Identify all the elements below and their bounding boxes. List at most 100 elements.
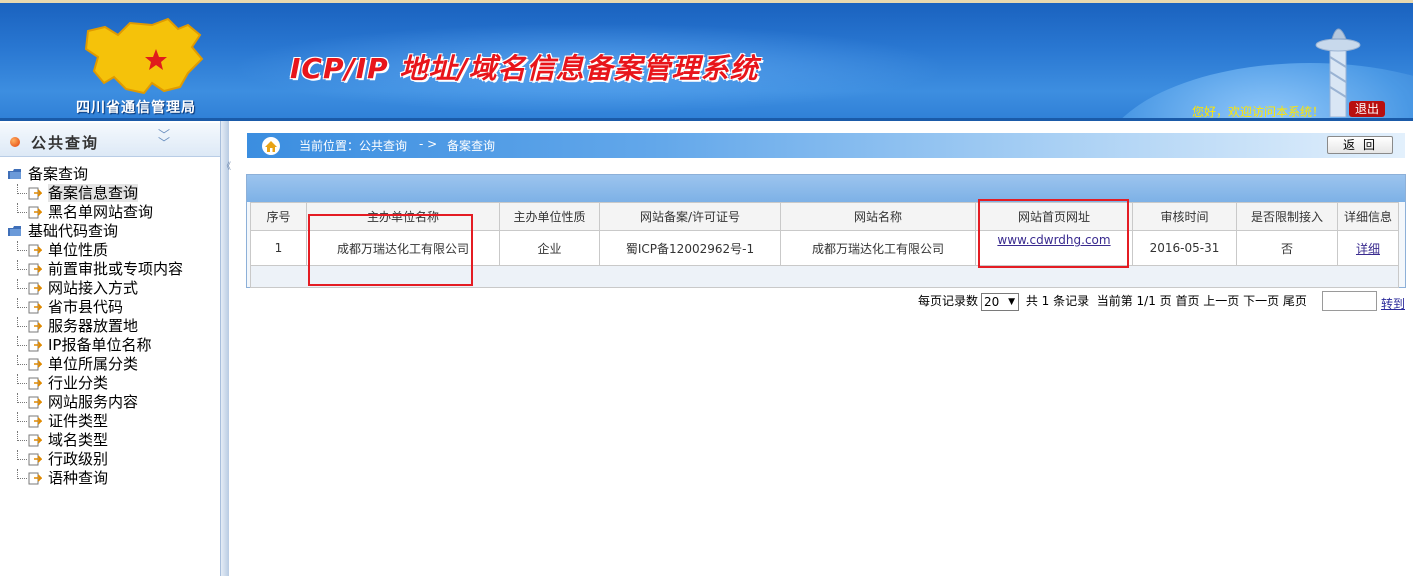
sidebar-header[interactable]: 公共查询 ﹀ ﹀ [0,123,220,157]
per-page-select[interactable]: 20 ▼ [981,292,1020,311]
document-icon [28,377,42,390]
sidebar-item-label: 网站服务内容 [48,393,139,411]
tree-connector [17,469,27,479]
sidebar-item-blacklist-query[interactable]: 黑名单网站查询 [0,203,220,222]
sidebar-item[interactable]: 服务器放置地 [0,317,220,336]
sidebar-item-label: 行业分类 [48,374,109,392]
tree-connector [17,298,27,308]
document-icon [28,434,42,447]
system-title: ICP/IP 地址/域名信息备案管理系统 [290,52,759,85]
col-header-details: 详细信息 [1337,202,1399,231]
base-code-subtree: 单位性质 前置审批或专项内容 网站接入方式 省市县代码 服务器放置地 IP报备单位名称 单位… [0,241,220,488]
breadcrumb-arrow: - > [419,137,438,151]
collapse-chevron-icon[interactable]: ﹀ ﹀ [158,129,170,149]
sidebar-item[interactable]: 域名类型 [0,431,220,450]
sidebar-item-label: 单位性质 [48,241,109,259]
sidebar-item[interactable]: 语种查询 [0,469,220,488]
sidebar-item-label: 黑名单网站查询 [48,203,154,221]
document-icon [28,396,42,409]
cell-index: 1 [250,230,307,266]
tree-connector [17,374,27,384]
col-header-site-name: 网站名称 [780,202,976,231]
sidebar-item-filing-info-query[interactable]: 备案信息查询 [0,184,220,203]
tree-connector [17,393,27,403]
sidebar-item[interactable]: IP报备单位名称 [0,336,220,355]
document-icon [28,339,42,352]
document-icon [28,415,42,428]
grip-icon[interactable]: 《 [222,159,231,173]
sidebar-item[interactable]: 行业分类 [0,374,220,393]
sidebar-item[interactable]: 网站接入方式 [0,279,220,298]
col-header-restricted: 是否限制接入 [1236,202,1338,231]
home-icon[interactable] [261,137,281,155]
panel-header-bar [247,175,1405,202]
tree-connector [17,355,27,365]
tree-connector [17,317,27,327]
cell-details: 详细 [1337,230,1399,266]
folder-icon [8,169,21,179]
folder-icon [8,226,21,236]
sidebar-item[interactable]: 网站服务内容 [0,393,220,412]
document-icon [28,263,42,276]
highlight-box-home-url [978,199,1129,268]
sidebar: 公共查询 ﹀ ﹀ 备案查询 备案信息查询 黑名单网站查询 基础代码查询 单位性质前… [0,121,220,576]
sidebar-item[interactable]: 单位所属分类 [0,355,220,374]
col-header-org-type: 主办单位性质 [499,202,600,231]
document-icon [28,320,42,333]
details-link[interactable]: 详细 [1356,242,1380,256]
page-number-input[interactable] [1322,291,1377,311]
col-header-license-no: 网站备案/许可证号 [599,202,781,231]
sidebar-item-label: 行政级别 [48,450,109,468]
document-icon [28,244,42,257]
tree-connector [17,336,27,346]
sidebar-item-label: 语种查询 [48,469,109,487]
per-page-value: 20 [984,294,1000,309]
orange-dot-icon [10,137,20,147]
sidebar-item-label: 前置审批或专项内容 [48,260,184,278]
sidebar-item-label: 域名类型 [48,431,109,449]
tree-connector [17,450,27,460]
bureau-name: 四川省通信管理局 [76,100,196,116]
tree-connector [17,241,27,251]
sidebar-item-label: 省市县代码 [48,298,124,316]
sidebar-item-label: IP报备单位名称 [48,336,152,354]
cell-site-name: 成都万瑞达化工有限公司 [780,230,976,266]
back-button[interactable]: 返回 [1327,136,1393,154]
sidebar-title: 公共查询 [31,134,100,152]
sidebar-item-label: 网站接入方式 [48,279,139,297]
breadcrumb-current: 备案查询 [447,139,496,153]
logout-button[interactable]: 退出 [1349,101,1385,117]
dropdown-arrow-icon: ▼ [1008,296,1016,307]
cell-license-no: 蜀ICP备12002962号-1 [599,230,781,266]
sidebar-item-label: 单位所属分类 [48,355,139,373]
sidebar-item-label: 证件类型 [48,412,109,430]
sidebar-item[interactable]: 前置审批或专项内容 [0,260,220,279]
sidebar-item[interactable]: 证件类型 [0,412,220,431]
per-page-label: 每页记录数 [918,294,979,308]
tree-group-label: 基础代码查询 [28,222,119,240]
highlight-box-org-name [308,214,473,286]
document-icon [28,206,42,219]
document-icon [28,453,42,466]
cell-restricted: 否 [1236,230,1338,266]
document-icon [28,282,42,295]
sidebar-splitter[interactable]: 《 [220,121,231,576]
col-header-review-date: 审核时间 [1132,202,1237,231]
tree-connector [17,203,27,213]
sidebar-item[interactable]: 省市县代码 [0,298,220,317]
col-header-index: 序号 [250,202,307,231]
document-icon [28,472,42,485]
tree-group-base-code-query[interactable]: 基础代码查询 [0,222,220,241]
goto-link[interactable]: 转到 [1381,295,1405,312]
tree-group-filing-query[interactable]: 备案查询 [0,165,220,184]
document-icon [28,358,42,371]
header-banner: 四川省通信管理局 ICP/IP 地址/域名信息备案管理系统 您好，欢迎访问本系统… [0,0,1413,121]
sidebar-item-label: 服务器放置地 [48,317,139,335]
pager: 每页记录数 20 ▼ 共 1 条记录 当前第 1/1 页 首页 上一页 下一页 尾页 [918,292,1307,311]
sidebar-item[interactable]: 单位性质 [0,241,220,260]
sidebar-item-label: 备案信息查询 [48,184,139,202]
tree-group-label: 备案查询 [28,165,89,183]
sidebar-item[interactable]: 行政级别 [0,450,220,469]
nav-tree: 备案查询 备案信息查询 黑名单网站查询 基础代码查询 单位性质 前置审批或专项内容… [0,165,220,488]
breadcrumb-prefix: 当前位置：公共查询 [299,139,408,153]
